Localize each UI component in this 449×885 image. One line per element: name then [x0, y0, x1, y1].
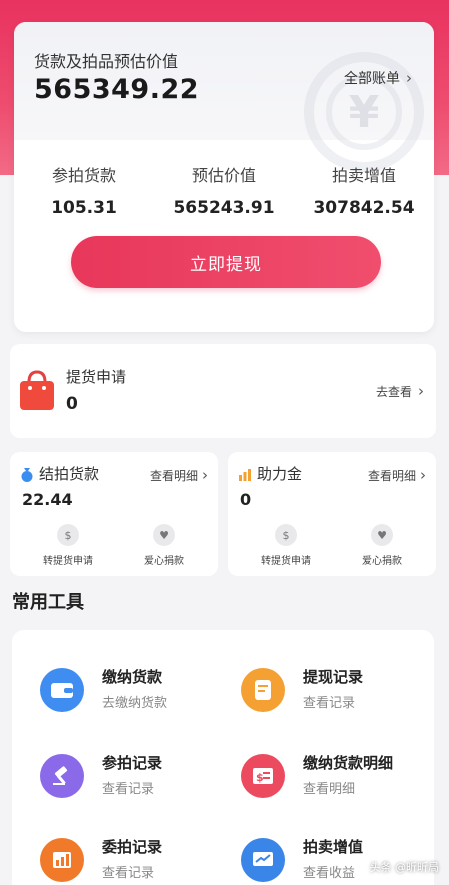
tool-withdraw-records[interactable]: 提现记录 查看记录: [241, 662, 441, 722]
all-accounts-link[interactable]: 全部账单 ›: [344, 68, 412, 88]
go-view-label: 去查看: [375, 384, 412, 399]
assist-value: 0: [240, 490, 252, 509]
receipt-icon: [241, 668, 285, 712]
tool-title: 拍卖增值: [303, 838, 364, 856]
money-bag-icon: [21, 467, 33, 482]
transfer-pickup-button[interactable]: $ 转提货申请: [28, 524, 108, 567]
tools-section-title: 常用工具: [12, 592, 84, 613]
settled-detail-link[interactable]: 查看明细 ›: [150, 466, 208, 484]
gavel-icon: [40, 754, 84, 798]
settled-title-label: 结拍货款: [39, 465, 100, 483]
chevron-right-icon: ›: [406, 69, 412, 87]
charity-donate-label: 爱心捐款: [362, 556, 402, 567]
assist-detail-link[interactable]: 查看明细 ›: [368, 466, 426, 484]
stat-value: 105.31: [51, 198, 117, 218]
tool-subtitle: 查看收益: [303, 866, 356, 881]
source-watermark: 头条 @昕昕局: [369, 861, 440, 874]
tool-payment-details[interactable]: $ 缴纳货款明细 查看明细: [241, 748, 441, 808]
tool-title: 缴纳货款明细: [303, 754, 394, 772]
tool-title: 委拍记录: [102, 838, 163, 856]
tool-subtitle: 查看记录: [303, 696, 356, 711]
wallet-icon: [40, 668, 84, 712]
withdraw-button[interactable]: 立即提现: [71, 236, 381, 288]
go-view-link[interactable]: 去查看 ›: [376, 382, 424, 400]
tool-bid-records[interactable]: 参拍记录 查看记录: [40, 748, 240, 808]
tool-subtitle: 查看记录: [102, 782, 155, 797]
tool-subtitle: 去缴纳货款: [102, 696, 168, 711]
money-bag-icon: $: [275, 524, 297, 546]
charity-donate-label: 爱心捐款: [144, 556, 184, 567]
chart-bar-icon: [40, 838, 84, 882]
tool-subtitle: 查看明细: [303, 782, 356, 797]
bill-icon: $: [241, 754, 285, 798]
pickup-value: 0: [66, 394, 78, 414]
stats-row: 参拍货款 105.31 预估价值 565243.91 拍卖增值 307842.5…: [14, 162, 434, 218]
stat-value: 565243.91: [173, 198, 275, 218]
growth-icon: [241, 838, 285, 882]
money-bag-icon: $: [57, 524, 79, 546]
svg-text:$: $: [256, 771, 264, 784]
pickup-request-card[interactable]: 提货申请 0 去查看 ›: [10, 344, 436, 438]
tools-card: 缴纳货款 去缴纳货款 提现记录 查看记录 参拍记录 查看记录 $ 缴纳货款明细 …: [12, 630, 434, 885]
assist-fund-card: 助力金 查看明细 › 0 $ 转提货申请 ♥ 爱心捐款: [228, 452, 436, 576]
stat-estimated: 预估价值 565243.91: [154, 162, 294, 218]
settled-detail-label: 查看明细: [149, 468, 198, 483]
stat-value: 307842.54: [313, 198, 415, 218]
chevron-right-icon: ›: [202, 466, 208, 484]
settled-title: 结拍货款: [20, 463, 99, 484]
bar-chart-icon: [239, 468, 251, 481]
settled-value: 22.44: [22, 490, 73, 509]
stat-label: 预估价值: [191, 166, 256, 185]
transfer-pickup-label: 转提货申请: [261, 556, 311, 567]
all-accounts-label: 全部账单: [344, 71, 400, 87]
transfer-pickup-label: 转提货申请: [43, 556, 93, 567]
tool-title: 缴纳货款: [102, 668, 163, 686]
settled-payment-card: 结拍货款 查看明细 › 22.44 $ 转提货申请 ♥ 爱心捐款: [10, 452, 218, 576]
assist-title-label: 助力金: [257, 465, 303, 483]
assist-detail-label: 查看明细: [367, 468, 416, 483]
tool-title: 提现记录: [303, 668, 364, 686]
balance-value: 565349.22: [34, 74, 200, 105]
shopping-bag-icon: [20, 370, 54, 410]
stat-label: 参拍货款: [51, 166, 116, 185]
transfer-pickup-button[interactable]: $ 转提货申请: [246, 524, 326, 567]
tool-pay-deposit[interactable]: 缴纳货款 去缴纳货款: [40, 662, 240, 722]
stat-deposit: 参拍货款 105.31: [14, 162, 154, 218]
stat-label: 拍卖增值: [331, 166, 396, 185]
assist-title: 助力金: [238, 463, 302, 484]
chevron-right-icon: ›: [418, 382, 424, 400]
charity-donate-button[interactable]: ♥ 爱心捐款: [342, 524, 422, 567]
balance-label: 货款及拍品预估价值: [34, 52, 179, 71]
chevron-right-icon: ›: [420, 466, 426, 484]
pickup-label: 提货申请: [66, 368, 127, 386]
heart-icon: ♥: [153, 524, 175, 546]
tool-consign-records[interactable]: 委拍记录 查看记录: [40, 832, 240, 885]
tool-title: 参拍记录: [102, 754, 163, 772]
stat-appreciation: 拍卖增值 307842.54: [294, 162, 434, 218]
balance-card: ¥ 货款及拍品预估价值 565349.22 全部账单 › 参拍货款 105.31…: [14, 22, 434, 332]
heart-icon: ♥: [371, 524, 393, 546]
charity-donate-button[interactable]: ♥ 爱心捐款: [124, 524, 204, 567]
tool-subtitle: 查看记录: [102, 866, 155, 881]
